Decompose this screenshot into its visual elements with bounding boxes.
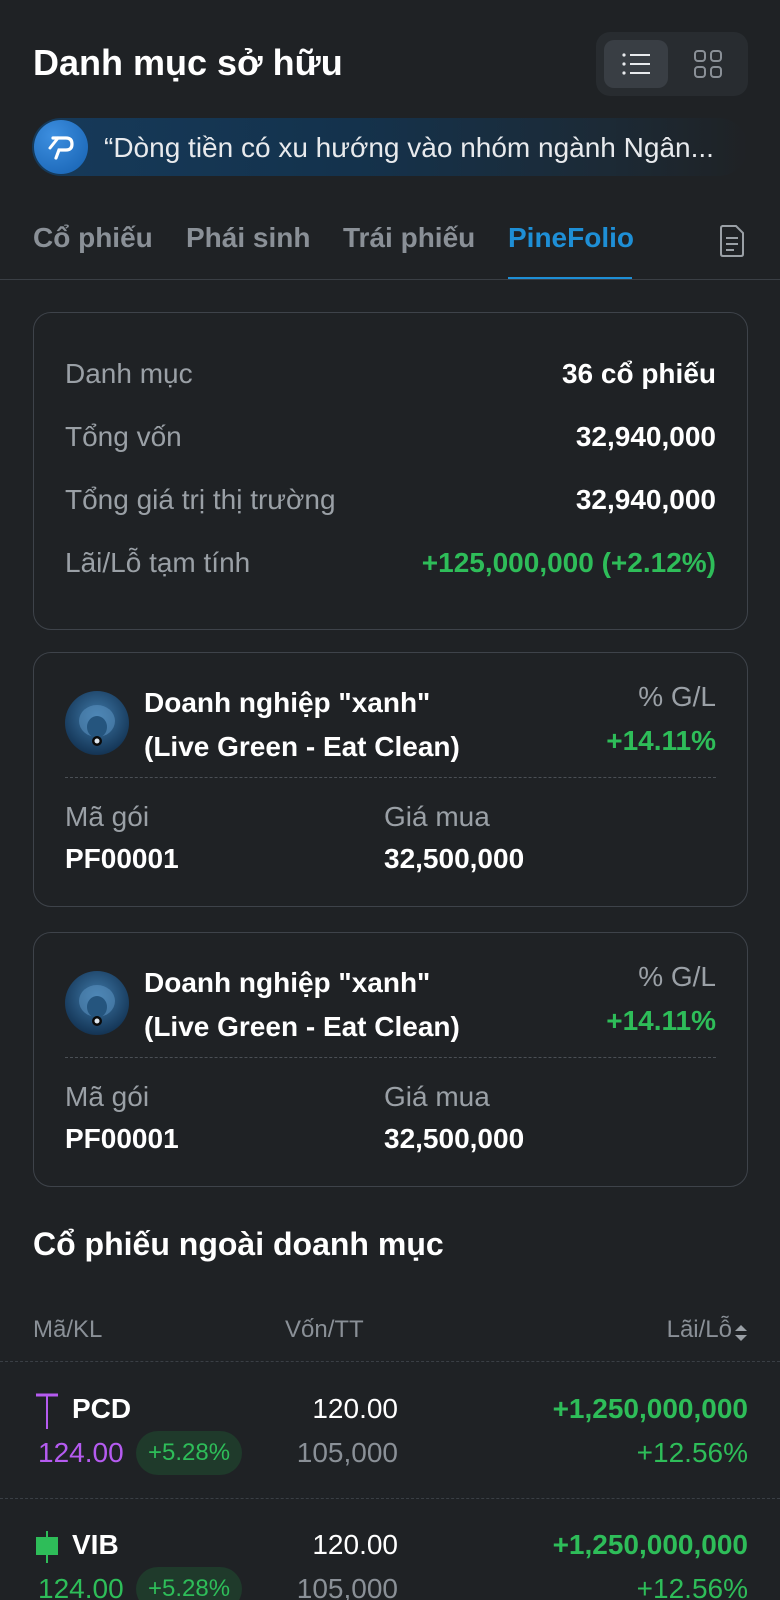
summary-card: Danh mục 36 cổ phiếu Tổng vốn 32,940,000… — [33, 312, 748, 630]
gl-value: +14.11% — [606, 1005, 716, 1036]
change-badge: +5.28% — [136, 1431, 243, 1475]
tab-derivatives[interactable]: Phái sinh — [186, 222, 310, 254]
pinefolio-name-line2: (Live Green - Eat Clean) — [144, 1011, 460, 1042]
buy-price: 32,500,000 — [384, 843, 525, 874]
table-row[interactable]: PCD 124.00 +5.28% 120.00 105,000 +1,250,… — [0, 1363, 780, 1499]
pinefolio-card[interactable]: Doanh nghiệp "xanh" (Live Green - Eat Cl… — [33, 652, 748, 907]
summary-value: 32,940,000 — [575, 484, 716, 515]
candlestick-icon — [36, 1393, 58, 1429]
pinefolio-name: Doanh nghiệp "xanh" (Live Green - Eat Cl… — [144, 681, 584, 769]
column-header-pl[interactable]: Lãi/Lỗ — [667, 1316, 732, 1344]
gl-label: % G/L — [638, 681, 716, 712]
active-tab-indicator — [508, 277, 632, 279]
buy-price: 32,500,000 — [384, 1123, 525, 1154]
summary-label: Tổng vốn — [65, 421, 182, 452]
column-header-cost: Vốn/TT — [285, 1316, 364, 1343]
buy-price-label: Giá mua — [384, 1081, 490, 1112]
cost-price: 120.00 — [312, 1529, 398, 1560]
divider — [65, 1057, 716, 1058]
list-view-button[interactable] — [604, 40, 668, 88]
header: Danh mục sở hữu — [0, 0, 780, 120]
tab-bonds[interactable]: Trái phiếu — [343, 222, 475, 254]
pinefolio-avatar — [65, 971, 129, 1035]
tab-bar: Cổ phiếu Phái sinh Trái phiếu PineFolio — [0, 212, 780, 280]
pinefolio-name-line2: (Live Green - Eat Clean) — [144, 731, 460, 762]
pl-percent: +12.56% — [636, 1573, 748, 1600]
summary-label: Danh mục — [65, 358, 193, 389]
pl-percent: +12.56% — [636, 1437, 748, 1468]
summary-value: 36 cổ phiếu — [561, 358, 716, 389]
table-header: Mã/KL Vốn/TT Lãi/Lỗ — [0, 1302, 780, 1362]
pl-value: +1,250,000,000 — [552, 1393, 748, 1424]
summary-pl-value: +125,000,000 (+2.12%) — [421, 547, 716, 578]
package-code-label: Mã gói — [65, 1081, 150, 1112]
package-code: PF00001 — [65, 1123, 179, 1154]
market-value: 105,000 — [296, 1437, 398, 1468]
stock-symbol: PCD — [72, 1393, 132, 1424]
tab-pinefolio[interactable]: PineFolio — [508, 222, 634, 254]
list-icon — [622, 53, 650, 75]
stock-symbol: VIB — [72, 1529, 119, 1560]
buy-price-label: Giá mua — [384, 801, 490, 832]
page-title: Danh mục sở hữu — [33, 42, 343, 83]
gl-value: +14.11% — [606, 725, 716, 756]
summary-row-portfolio: Danh mục 36 cổ phiếu — [65, 358, 716, 394]
pinefolio-name: Doanh nghiệp "xanh" (Live Green - Eat Cl… — [144, 961, 584, 1049]
summary-row-market: Tổng giá trị thị trường 32,940,000 — [65, 484, 716, 520]
grid-icon — [694, 50, 722, 78]
divider — [65, 777, 716, 778]
document-icon[interactable] — [718, 224, 746, 258]
brand-logo-icon — [34, 120, 88, 174]
pinefolio-avatar — [65, 691, 129, 755]
stock-price: 124.00 — [38, 1573, 124, 1600]
section-title: Cổ phiếu ngoài doanh mục — [33, 1226, 444, 1262]
package-code-label: Mã gói — [65, 801, 150, 832]
stock-price: 124.00 — [38, 1437, 124, 1468]
pl-value: +1,250,000,000 — [552, 1529, 748, 1560]
market-value: 105,000 — [296, 1573, 398, 1600]
cost-price: 120.00 — [312, 1393, 398, 1424]
summary-value: 32,940,000 — [575, 421, 716, 452]
candlestick-icon — [36, 1531, 58, 1563]
pinefolio-name-line1: Doanh nghiệp "xanh" — [144, 687, 431, 718]
news-ticker[interactable]: “Dòng tiền có xu hướng vào nhóm ngành Ng… — [32, 118, 748, 176]
gl-label: % G/L — [638, 961, 716, 992]
summary-label: Tổng giá trị thị trường — [65, 484, 336, 515]
grid-view-button[interactable] — [676, 40, 740, 88]
sort-icon[interactable] — [734, 1324, 748, 1342]
package-code: PF00001 — [65, 843, 179, 874]
view-toggle — [596, 32, 748, 96]
summary-label: Lãi/Lỗ tạm tính — [65, 547, 251, 578]
summary-row-pl: Lãi/Lỗ tạm tính +125,000,000 (+2.12%) — [65, 547, 716, 583]
ticker-text: “Dòng tiền có xu hướng vào nhóm ngành Ng… — [104, 132, 714, 163]
pinefolio-name-line1: Doanh nghiệp "xanh" — [144, 967, 431, 998]
table-row[interactable]: VIB 124.00 +5.28% 120.00 105,000 +1,250,… — [0, 1499, 780, 1600]
summary-row-capital: Tổng vốn 32,940,000 — [65, 421, 716, 457]
change-badge: +5.28% — [136, 1567, 243, 1600]
column-header-symbol: Mã/KL — [33, 1316, 103, 1343]
tab-stocks[interactable]: Cổ phiếu — [33, 222, 153, 254]
pinefolio-card[interactable]: Doanh nghiệp "xanh" (Live Green - Eat Cl… — [33, 932, 748, 1187]
